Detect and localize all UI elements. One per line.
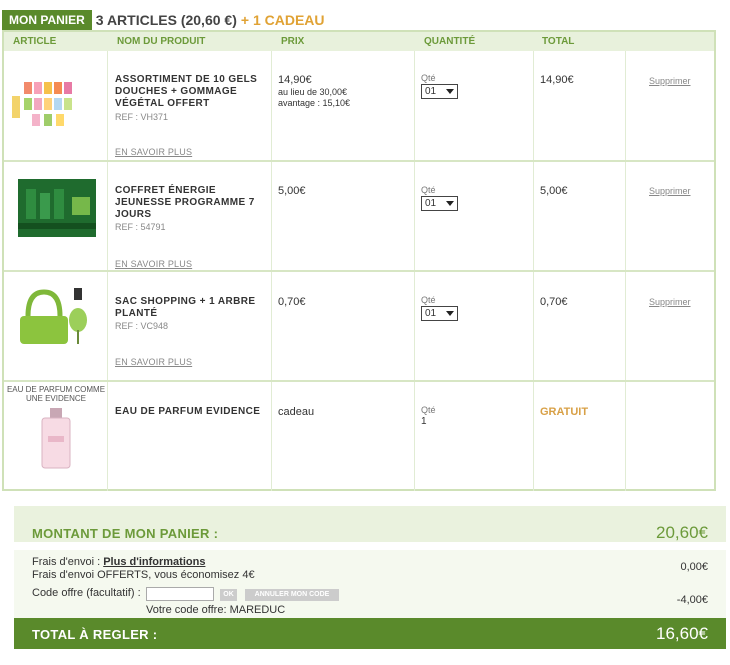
code-label: Code offre (facultatif) :	[32, 587, 141, 599]
old-price: au lieu de 30,00€	[278, 87, 348, 97]
col-total: TOTAL	[542, 36, 575, 47]
code-applied: Votre code offre: MAREDUC	[146, 604, 286, 616]
shipping-info-link[interactable]: Plus d'informations	[103, 556, 205, 568]
delete-link[interactable]: Supprimer	[649, 297, 691, 307]
product-name: EAU DE PARFUM EVIDENCE	[115, 406, 261, 417]
product-image[interactable]: EAU DE PARFUM COMME UNE EVIDENCE	[4, 382, 108, 491]
col-article: ARTICLE	[13, 36, 57, 47]
qty-label: Qté	[421, 73, 436, 83]
chevron-down-icon	[446, 311, 454, 316]
promo-code-input[interactable]	[146, 587, 214, 601]
product-name: ASSORTIMENT DE 10 GELS DOUCHES + GOMMAGE…	[115, 74, 258, 109]
product-name: SAC SHOPPING + 1 ARBRE PLANTÉ	[115, 296, 256, 319]
line-total: 14,90€	[540, 74, 574, 86]
col-qty: QUANTITÉ	[424, 36, 476, 47]
delete-link[interactable]: Supprimer	[649, 186, 691, 196]
shipping-line: Frais d'envoi : Plus d'informations	[32, 556, 205, 568]
more-info-link[interactable]: EN SAVOIR PLUS	[115, 147, 192, 157]
product-image[interactable]	[4, 272, 108, 380]
delete-link[interactable]: Supprimer	[649, 76, 691, 86]
product-image[interactable]	[4, 51, 108, 160]
product-ref: REF : 54791	[115, 222, 166, 232]
saving: avantage : 15,10€	[278, 98, 351, 108]
article-count: 3 ARTICLES (20,60 €)	[95, 12, 237, 28]
table-row: ASSORTIMENT DE 10 GELS DOUCHES + GOMMAGE…	[4, 51, 714, 162]
discount-amount: -4,00€	[676, 594, 708, 606]
line-total: 5,00€	[540, 185, 568, 197]
product-name: COFFRET ÉNERGIE JEUNESSE PROGRAMME 7 JOU…	[115, 185, 255, 220]
subtotal-bar: MONTANT DE MON PANIER : 20,60€	[14, 506, 726, 542]
chevron-down-icon	[446, 89, 454, 94]
qty-label: Qté	[421, 295, 436, 305]
order-summary: MONTANT DE MON PANIER : 20,60€ Frais d'e…	[14, 506, 726, 649]
gift-box-image	[18, 179, 96, 237]
qty-label: Qté	[421, 185, 436, 195]
product-ref: REF : VC948	[115, 321, 169, 331]
shopping-bag-image	[20, 288, 87, 344]
unit-price: 14,90€	[278, 74, 312, 86]
line-total: 0,70€	[540, 296, 568, 308]
subtotal-amount: 20,60€	[656, 523, 708, 542]
qty-select[interactable]: 01	[421, 306, 458, 321]
table-row: EAU DE PARFUM COMME UNE EVIDENCE EAU DE …	[4, 382, 714, 491]
subtotal-label: MONTANT DE MON PANIER :	[32, 526, 219, 541]
unit-price: 5,00€	[278, 185, 306, 197]
gift-count: + 1 CADEAU	[240, 12, 325, 28]
more-info-link[interactable]: EN SAVOIR PLUS	[115, 357, 192, 367]
perfume-bottle-image	[41, 408, 71, 469]
qty-value: 1	[421, 416, 427, 427]
product-ref: REF : VH371	[115, 112, 169, 122]
qty-select[interactable]: 01	[421, 196, 458, 211]
table-row: SAC SHOPPING + 1 ARBRE PLANTÉ REF : VC94…	[4, 272, 714, 382]
line-total: GRATUIT	[540, 406, 589, 418]
unit-price: cadeau	[278, 406, 315, 418]
qty-value: 01	[425, 198, 437, 209]
shipping-label: Frais d'envoi :	[32, 556, 101, 568]
qty-value: 01	[425, 86, 437, 97]
cart-header: MON PANIER 3 ARTICLES (20,60 €) + 1 CADE…	[2, 10, 325, 30]
more-info-link[interactable]: EN SAVOIR PLUS	[115, 259, 192, 269]
qty-value: 01	[425, 308, 437, 319]
total-amount: 16,60€	[656, 624, 708, 643]
qty-select[interactable]: 01	[421, 84, 458, 99]
product-image[interactable]	[4, 162, 108, 270]
column-headers: ARTICLE NOM DU PRODUIT PRIX QUANTITÉ TOT…	[4, 32, 714, 51]
cart-table: ARTICLE NOM DU PRODUIT PRIX QUANTITÉ TOT…	[2, 30, 716, 491]
cancel-code-button[interactable]: ANNULER MON CODE	[245, 589, 339, 601]
shipping-and-code: Frais d'envoi : Plus d'informations Frai…	[14, 542, 726, 618]
shower-gels-image	[12, 82, 72, 126]
ok-button[interactable]: OK	[220, 589, 237, 601]
shipping-free: Frais d'envoi OFFERTS, vous économisez 4…	[32, 569, 255, 581]
total-label: TOTAL À REGLER :	[32, 627, 158, 642]
qty-label: Qté	[421, 405, 436, 415]
table-row: COFFRET ÉNERGIE JEUNESSE PROGRAMME 7 JOU…	[4, 162, 714, 272]
cart-tab: MON PANIER	[2, 10, 92, 30]
chevron-down-icon	[446, 201, 454, 206]
col-name: NOM DU PRODUIT	[117, 36, 206, 47]
shipping-amount: 0,00€	[680, 561, 708, 573]
col-price: PRIX	[281, 36, 305, 47]
total-bar: TOTAL À REGLER : 16,60€	[14, 618, 726, 649]
image-caption: EAU DE PARFUM COMME UNE EVIDENCE	[6, 385, 106, 403]
unit-price: 0,70€	[278, 296, 306, 308]
